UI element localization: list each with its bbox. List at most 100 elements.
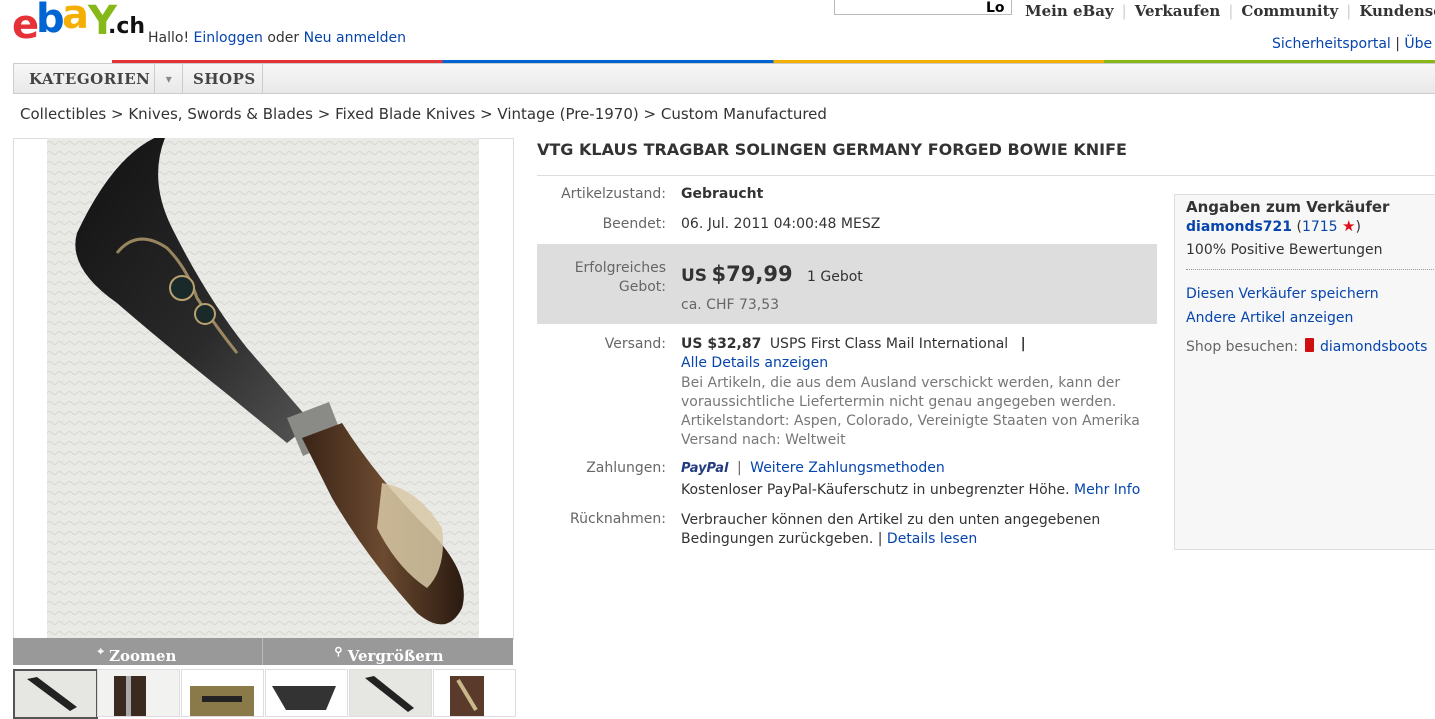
winning-bid-label-line: Gebot: bbox=[618, 279, 666, 295]
save-seller-text[interactable]: Diesen Verkäufer speichern bbox=[1186, 286, 1379, 302]
thumbnail-image bbox=[98, 670, 179, 716]
paypal-logo-text: PayPal bbox=[681, 461, 729, 476]
shipping-row: US $32,87 USPS First Class Mail Internat… bbox=[681, 336, 1026, 352]
other-items-link[interactable]: Andere Artikel anzeigen bbox=[1186, 310, 1353, 326]
shipping-note: Bei Artikeln, die aus dem Ausland versch… bbox=[681, 375, 1121, 391]
price-value: $79,99 bbox=[711, 262, 793, 286]
shipping-label: Versand: bbox=[604, 336, 666, 352]
returns-row: Verbraucher können den Artikel zu den un… bbox=[681, 511, 1100, 549]
other-items-text[interactable]: Andere Artikel anzeigen bbox=[1186, 310, 1353, 326]
positive-feedback: 100% Positive Bewertungen bbox=[1186, 242, 1383, 258]
logo-letter-e: e bbox=[12, 2, 39, 48]
divider bbox=[154, 64, 155, 93]
payment-label: Zahlungen: bbox=[586, 460, 666, 476]
seller-info-box: Angaben zum Verkäufer diamonds721 (1715 … bbox=[1174, 194, 1435, 550]
payment-row: PayPal | Weitere Zahlungsmethoden bbox=[681, 460, 945, 476]
returns-text: Bedingungen zurückgeben. | bbox=[681, 531, 883, 547]
ended-value: 06. Jul. 2011 04:00:48 MESZ bbox=[681, 216, 881, 232]
shop-link[interactable]: diamondsboots bbox=[1320, 339, 1427, 355]
magnifier-icon: ⚲ bbox=[334, 645, 343, 658]
thumbnail-image bbox=[182, 670, 263, 716]
seller-name-row: diamonds721 (1715 ★) bbox=[1186, 217, 1361, 235]
divider bbox=[182, 64, 183, 93]
thumbnail[interactable] bbox=[13, 669, 98, 719]
etched-medallion bbox=[194, 303, 216, 325]
security-separator: | bbox=[1395, 36, 1400, 52]
item-photo[interactable] bbox=[47, 138, 479, 638]
or-text: oder bbox=[267, 30, 300, 46]
zoom-button[interactable]: ⌖ Zoomen bbox=[13, 638, 261, 665]
enlarge-button[interactable]: ⚲ Vergrößern bbox=[265, 638, 513, 665]
shipping-details-link[interactable]: Alle Details anzeigen bbox=[681, 355, 828, 371]
thumbnail-image bbox=[350, 670, 431, 716]
returns-text-line: Bedingungen zurückgeben. | Details lesen bbox=[681, 530, 1100, 549]
price-chf: ca. CHF 73,53 bbox=[681, 297, 780, 313]
ships-to: Versand nach: Weltweit bbox=[681, 432, 846, 448]
search-button[interactable]: Lo bbox=[986, 0, 1005, 16]
feedback-close: ) bbox=[1355, 219, 1361, 235]
nav-separator: | bbox=[1346, 2, 1352, 20]
breadcrumb[interactable]: Collectibles > Knives, Swords & Blades >… bbox=[20, 105, 827, 123]
shipping-separator: | bbox=[1020, 336, 1026, 352]
shipping-details-text[interactable]: Alle Details anzeigen bbox=[681, 355, 828, 371]
item-location: Artikelstandort: Aspen, Colorado, Verein… bbox=[681, 413, 1140, 429]
divider bbox=[262, 64, 263, 93]
seller-name-link[interactable]: diamonds721 bbox=[1186, 219, 1292, 235]
item-title: VTG KLAUS TRAGBAR SOLINGEN GERMANY FORGE… bbox=[537, 140, 1127, 159]
more-info-link[interactable]: Mehr Info bbox=[1074, 482, 1140, 498]
nav-separator: | bbox=[1121, 2, 1127, 20]
register-link[interactable]: Neu anmelden bbox=[304, 30, 406, 46]
bid-count[interactable]: 1 Gebot bbox=[807, 269, 863, 285]
shipping-notes: Bei Artikeln, die aus dem Ausland versch… bbox=[681, 374, 1140, 450]
winning-bid-label: Erfolgreiches Gebot: bbox=[538, 259, 666, 297]
buyer-protection-row: Kostenloser PayPal-Käuferschutz in unbeg… bbox=[681, 482, 1140, 498]
star-icon: ★ bbox=[1342, 217, 1356, 235]
price-currency: US bbox=[681, 266, 708, 286]
security-links: Sicherheitsportal | Übe bbox=[1272, 36, 1432, 52]
divider bbox=[537, 175, 1435, 176]
thumbnail-image bbox=[434, 670, 515, 716]
shops-menu[interactable]: SHOPS bbox=[193, 64, 256, 93]
more-payment-methods-link[interactable]: Weitere Zahlungsmethoden bbox=[750, 460, 945, 476]
logo-suffix: .ch bbox=[108, 14, 146, 39]
condition-value: Gebraucht bbox=[681, 186, 764, 202]
zoom-icon: ⌖ bbox=[97, 645, 104, 658]
zoom-bar: ⌖ Zoomen ⚲ Vergrößern bbox=[13, 638, 513, 665]
feedback-score-link[interactable]: 1715 bbox=[1302, 219, 1338, 235]
nav-community[interactable]: Community bbox=[1241, 2, 1338, 20]
zoom-label: Zoomen bbox=[109, 647, 177, 665]
seller-heading: Angaben zum Verkäufer bbox=[1186, 198, 1390, 216]
returns-label: Rücknahmen: bbox=[570, 511, 666, 527]
thumbnail-image bbox=[266, 670, 347, 716]
security-portal-link[interactable]: Sicherheitsportal bbox=[1272, 36, 1391, 52]
thumbnail[interactable] bbox=[265, 669, 348, 717]
top-nav: Mein eBay | Verkaufen | Community | Kundenserv bbox=[1025, 2, 1435, 20]
returns-details-link[interactable]: Details lesen bbox=[887, 531, 977, 547]
greeting: Hallo! Einloggen oder Neu anmelden bbox=[148, 30, 406, 46]
enlarge-label: Vergrößern bbox=[347, 647, 444, 665]
category-bar: KATEGORIEN ▾ SHOPS bbox=[13, 63, 1435, 94]
chevron-down-icon[interactable]: ▾ bbox=[158, 64, 180, 93]
winning-bid-label-line: Erfolgreiches bbox=[574, 260, 666, 276]
greeting-text: Hallo! bbox=[148, 30, 190, 46]
buyer-protection-text: Kostenloser PayPal-Käuferschutz in unbeg… bbox=[681, 482, 1070, 498]
payment-separator: | bbox=[737, 460, 742, 476]
categories-menu[interactable]: KATEGORIEN bbox=[29, 64, 150, 93]
divider bbox=[1186, 269, 1435, 270]
login-link[interactable]: Einloggen bbox=[194, 30, 263, 46]
logo-letter-b: b bbox=[36, 0, 65, 42]
shop-label: Shop besuchen: bbox=[1186, 339, 1299, 355]
thumbnail[interactable] bbox=[97, 669, 180, 717]
thumbnail[interactable] bbox=[433, 669, 516, 717]
nav-kundenservice[interactable]: Kundenserv bbox=[1359, 2, 1435, 20]
shop-row: Shop besuchen: diamondsboots bbox=[1186, 338, 1427, 355]
nav-mein-ebay[interactable]: Mein eBay bbox=[1025, 2, 1114, 20]
ebay-logo[interactable]: e b a Y .ch bbox=[12, 0, 145, 48]
shipping-note: voraussichtliche Liefertermin nicht gena… bbox=[681, 394, 1117, 410]
save-seller-link[interactable]: Diesen Verkäufer speichern bbox=[1186, 286, 1379, 302]
overflow-link[interactable]: Übe bbox=[1404, 36, 1432, 52]
thumbnail[interactable] bbox=[349, 669, 432, 717]
nav-verkaufen[interactable]: Verkaufen bbox=[1135, 2, 1221, 20]
etched-medallion bbox=[169, 275, 195, 301]
thumbnail[interactable] bbox=[181, 669, 264, 717]
